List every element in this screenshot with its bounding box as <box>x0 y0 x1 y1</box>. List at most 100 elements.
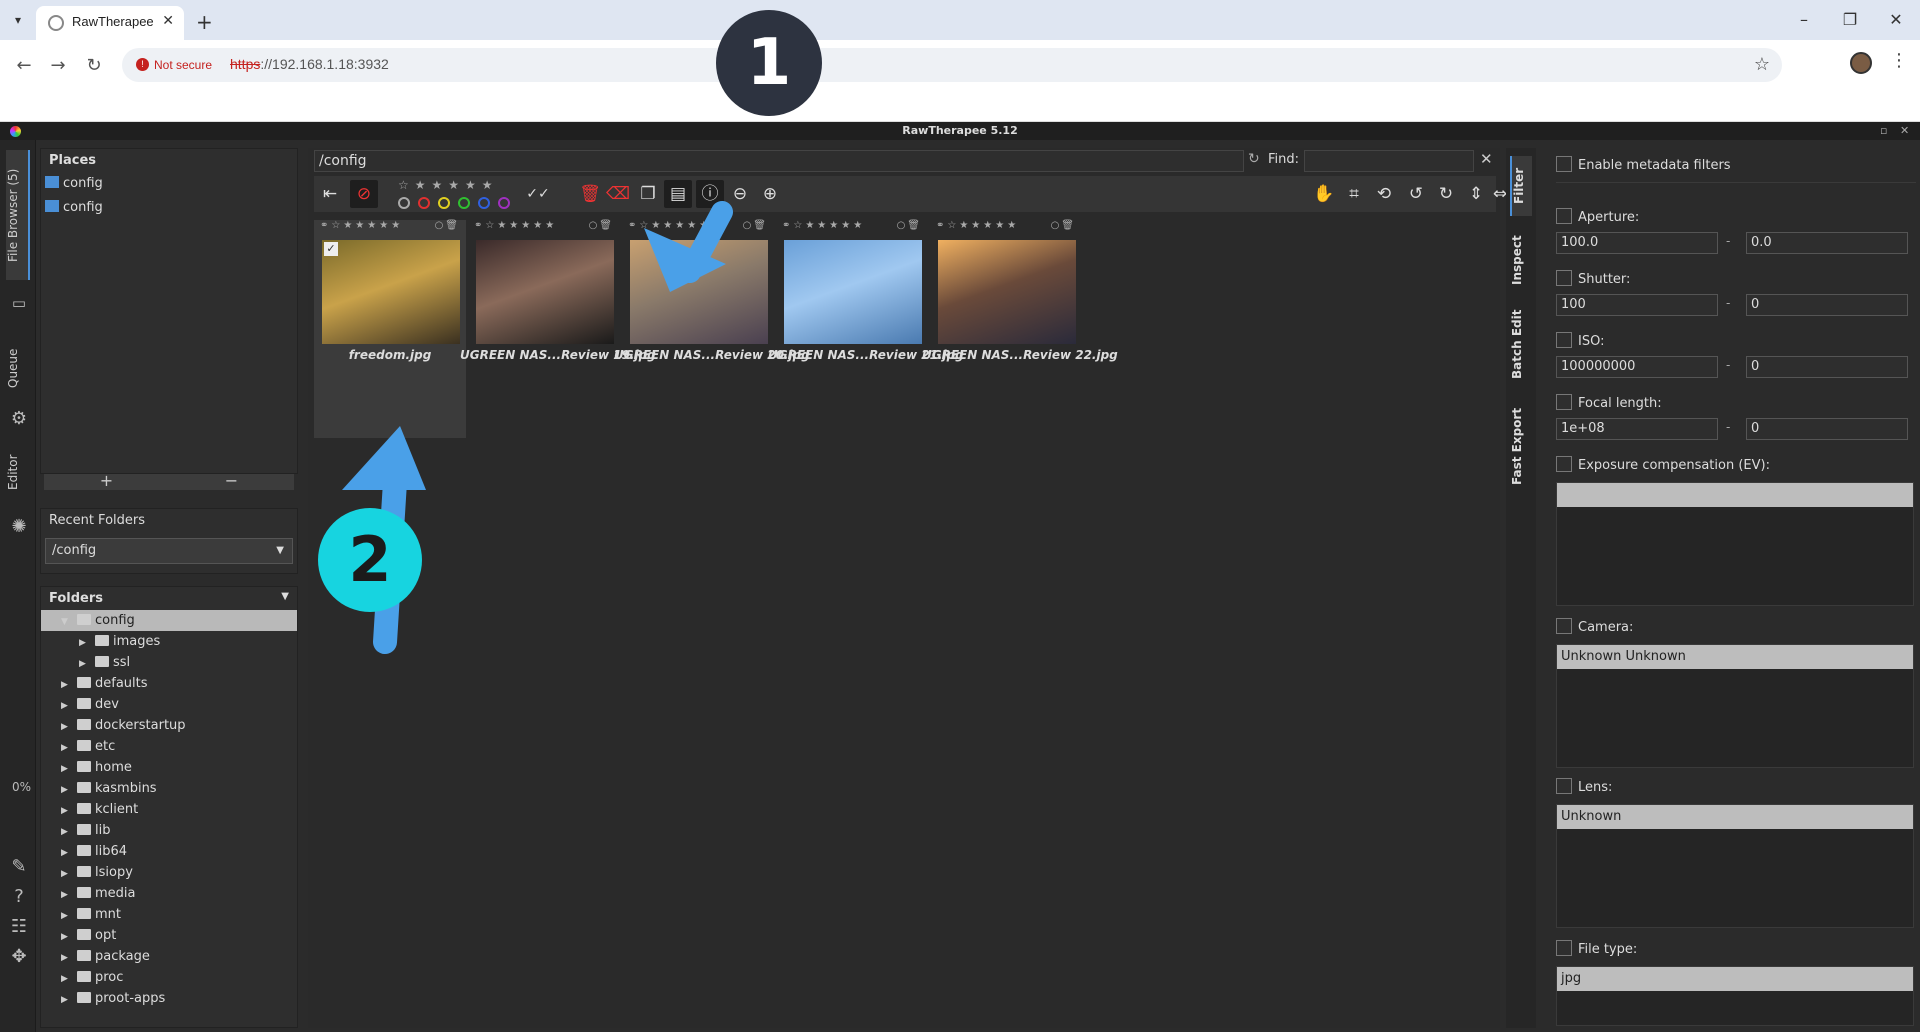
trash-show-icon[interactable]: ⌫ <box>604 180 632 208</box>
thumbnail-trash-icon[interactable]: ○🗑 <box>743 220 768 231</box>
folder-icon[interactable]: ▭ <box>8 292 30 314</box>
rating-filter-stars[interactable]: ☆★★★★★ <box>398 178 499 192</box>
thumbnail-image[interactable] <box>322 240 460 344</box>
thumbnail[interactable]: ⚭☆★★★★★ ○🗑 UGREEN NAS...Review 21.jpg <box>768 220 964 438</box>
exposure-filter[interactable]: Exposure compensation (EV): <box>1556 456 1770 473</box>
flip-vertical-icon[interactable]: ⇕ <box>1462 180 1490 208</box>
color-filter-red[interactable] <box>418 197 430 209</box>
thumbnail-trash-icon[interactable]: ○🗑 <box>589 220 614 231</box>
file-type-filter[interactable]: File type: <box>1556 940 1637 957</box>
expander-closed-icon[interactable]: ▶ <box>79 633 91 654</box>
minimize-icon[interactable]: – <box>1784 10 1824 29</box>
toggle-left-panel-icon[interactable]: ⇤ <box>316 180 344 208</box>
focal-to-input[interactable]: 0 <box>1746 418 1908 440</box>
thumbnail[interactable]: ⚭☆★★★★★ ○🗑 UGREEN NAS...Review 20.jpg <box>614 220 810 438</box>
thumbnail-rating-bar[interactable]: ⚭☆★★★★★ ○🗑 <box>782 220 926 234</box>
focal-length-filter[interactable]: Focal length: <box>1556 394 1662 411</box>
path-field[interactable]: /config <box>314 150 1244 172</box>
list-item[interactable]: Unknown <box>1557 805 1913 829</box>
shutter-filter[interactable]: Shutter: <box>1556 270 1630 287</box>
folder-tree-item[interactable]: ▶ kclient <box>41 799 297 820</box>
address-bar[interactable]: ! Not secure https://192.168.1.18:3932 ☆ <box>122 48 1782 82</box>
expander-closed-icon[interactable]: ▶ <box>61 759 73 780</box>
export-folder-icon[interactable]: ▤ <box>664 180 692 208</box>
aperture-from-input[interactable]: 100.0 <box>1556 232 1718 254</box>
color-filter-none[interactable] <box>398 197 410 209</box>
expander-closed-icon[interactable]: ▶ <box>61 990 73 1011</box>
zoom-out-icon[interactable]: ⊖ <box>726 180 754 208</box>
expander-closed-icon[interactable]: ▶ <box>61 906 73 927</box>
thumbnail-image[interactable] <box>476 240 614 344</box>
expander-closed-icon[interactable]: ▶ <box>61 801 73 822</box>
camera-list[interactable]: Unknown Unknown <box>1556 644 1914 768</box>
rotate-right-icon[interactable]: ↻ <box>1432 180 1460 208</box>
folders-collapse-icon[interactable]: ▼ <box>281 591 289 602</box>
app-maximize-icon[interactable]: ▫ <box>1880 122 1887 140</box>
original-filter-icon[interactable]: ❐ <box>634 180 662 208</box>
iso-filter[interactable]: ISO: <box>1556 332 1604 349</box>
file-type-list[interactable]: jpg <box>1556 966 1914 1026</box>
restore-icon[interactable]: ❐ <box>1830 10 1870 29</box>
fullscreen-icon[interactable]: ✥ <box>8 946 30 968</box>
rotate-left-icon[interactable]: ↺ <box>1402 180 1430 208</box>
queue-gear-icon[interactable]: ⚙ <box>8 408 30 430</box>
iso-from-input[interactable]: 100000000 <box>1556 356 1718 378</box>
expander-closed-icon[interactable]: ▶ <box>61 696 73 717</box>
thumbnail[interactable]: ⚭☆★★★★★ ○🗑 freedom.jpg ✓ <box>314 220 466 438</box>
expander-closed-icon[interactable]: ▶ <box>61 822 73 843</box>
checkbox[interactable] <box>1556 332 1572 348</box>
preferences-icon[interactable]: ☷ <box>8 916 30 938</box>
find-input[interactable] <box>1304 150 1474 172</box>
window-close-icon[interactable]: ✕ <box>1876 10 1916 29</box>
checkbox[interactable] <box>1556 940 1572 956</box>
iso-to-input[interactable]: 0 <box>1746 356 1908 378</box>
folder-tree-item[interactable]: ▼ config <box>41 610 297 631</box>
aperture-filter[interactable]: Aperture: <box>1556 208 1639 225</box>
edited-filter-icon[interactable]: ✓✓ <box>524 180 552 208</box>
enable-metadata-filters[interactable]: Enable metadata filters <box>1556 156 1731 173</box>
filter-clear-icon[interactable]: ⊘ <box>350 180 378 208</box>
place-item[interactable]: config <box>41 172 297 196</box>
folder-tree-item[interactable]: ▶ images <box>41 631 297 652</box>
color-filter-green[interactable] <box>458 197 470 209</box>
shutter-to-input[interactable]: 0 <box>1746 294 1908 316</box>
list-item[interactable]: jpg <box>1557 967 1913 991</box>
tab-filter[interactable]: Filter <box>1510 156 1532 216</box>
add-place-button[interactable]: + <box>44 471 169 490</box>
checkbox[interactable] <box>1556 456 1572 472</box>
folder-tree-item[interactable]: ▶ lib64 <box>41 841 297 862</box>
checkbox[interactable] <box>1556 156 1572 172</box>
expander-closed-icon[interactable]: ▶ <box>79 654 91 675</box>
folder-tree-item[interactable]: ▶ kasmbins <box>41 778 297 799</box>
browser-tab[interactable]: RawTherapee ✕ <box>36 6 184 40</box>
lens-filter[interactable]: Lens: <box>1556 778 1612 795</box>
forward-icon[interactable]: → <box>44 52 72 80</box>
aperture-to-input[interactable]: 0.0 <box>1746 232 1908 254</box>
folder-tree-item[interactable]: ▶ defaults <box>41 673 297 694</box>
thumbnail-image[interactable] <box>784 240 922 344</box>
folder-tree-item[interactable]: ▶ package <box>41 946 297 967</box>
tab-inspect[interactable]: Inspect <box>1510 228 1532 292</box>
trash-filter-icon[interactable]: 🗑 <box>576 180 604 208</box>
focal-from-input[interactable]: 1e+08 <box>1556 418 1718 440</box>
app-close-icon[interactable]: ✕ <box>1900 122 1909 140</box>
tab-fast-export[interactable]: Fast Export <box>1510 398 1532 494</box>
place-item[interactable]: config <box>41 196 297 220</box>
thumbnail[interactable]: ⚭☆★★★★★ ○🗑 UGREEN NAS...Review 19.jpg <box>460 220 656 438</box>
profile-avatar[interactable] <box>1850 52 1872 74</box>
color-filter-yellow[interactable] <box>438 197 450 209</box>
pen-icon[interactable]: ✎ <box>8 856 30 878</box>
info-icon[interactable]: ⓘ <box>696 180 724 208</box>
camera-filter[interactable]: Camera: <box>1556 618 1633 635</box>
folder-tree-item[interactable]: ▶ ssl <box>41 652 297 673</box>
folder-tree-item[interactable]: ▶ lsiopy <box>41 862 297 883</box>
expander-closed-icon[interactable]: ▶ <box>61 780 73 801</box>
thumbnail-image[interactable] <box>630 240 768 344</box>
folder-tree-item[interactable]: ▶ dockerstartup <box>41 715 297 736</box>
remove-place-button[interactable]: − <box>169 471 294 490</box>
shutter-from-input[interactable]: 100 <box>1556 294 1718 316</box>
expander-open-icon[interactable]: ▼ <box>61 612 73 633</box>
expander-closed-icon[interactable]: ▶ <box>61 969 73 990</box>
tab-batch-edit[interactable]: Batch Edit <box>1510 304 1532 384</box>
tab-close-icon[interactable]: ✕ <box>162 13 174 29</box>
